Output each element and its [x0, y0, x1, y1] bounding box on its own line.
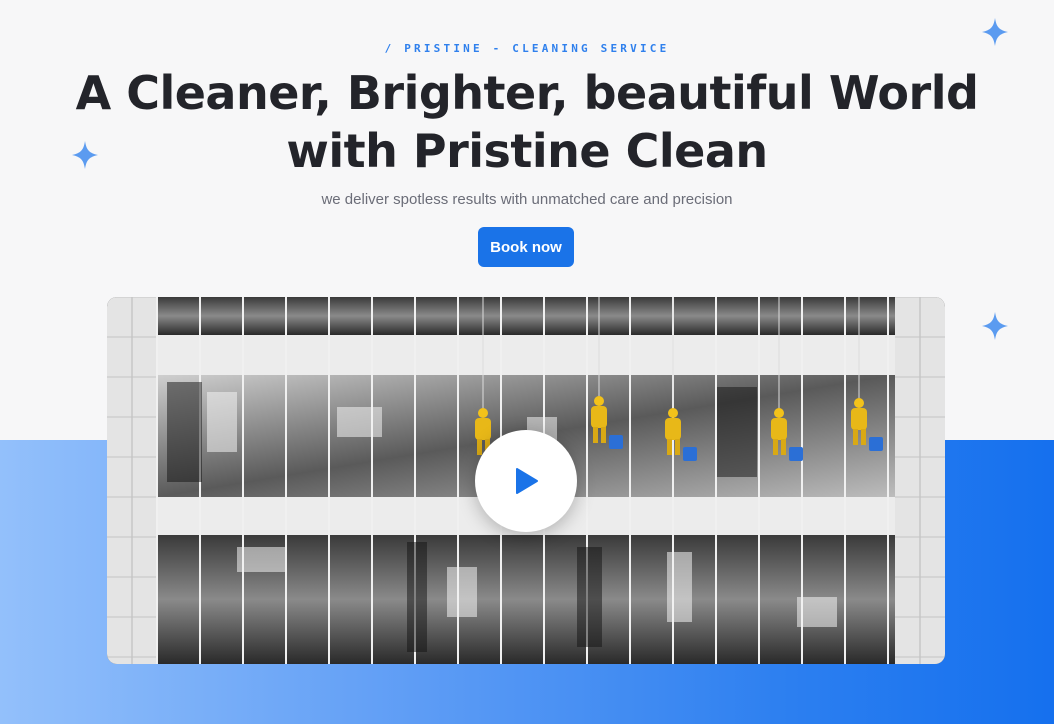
page-title: A Cleaner, Brighter, beautiful World wit… — [0, 64, 1054, 180]
book-now-button[interactable]: Book now — [478, 227, 574, 267]
page-title-line-2: with Pristine Clean — [286, 124, 768, 178]
page-title-line-1: A Cleaner, Brighter, beautiful World — [75, 66, 979, 120]
eyebrow-label: / PRISTINE - CLEANING SERVICE — [384, 42, 670, 55]
sparkle-icon — [982, 312, 1008, 340]
play-icon — [516, 468, 538, 494]
play-button[interactable] — [475, 430, 577, 532]
subtitle: we deliver spotless results with unmatch… — [321, 191, 733, 208]
